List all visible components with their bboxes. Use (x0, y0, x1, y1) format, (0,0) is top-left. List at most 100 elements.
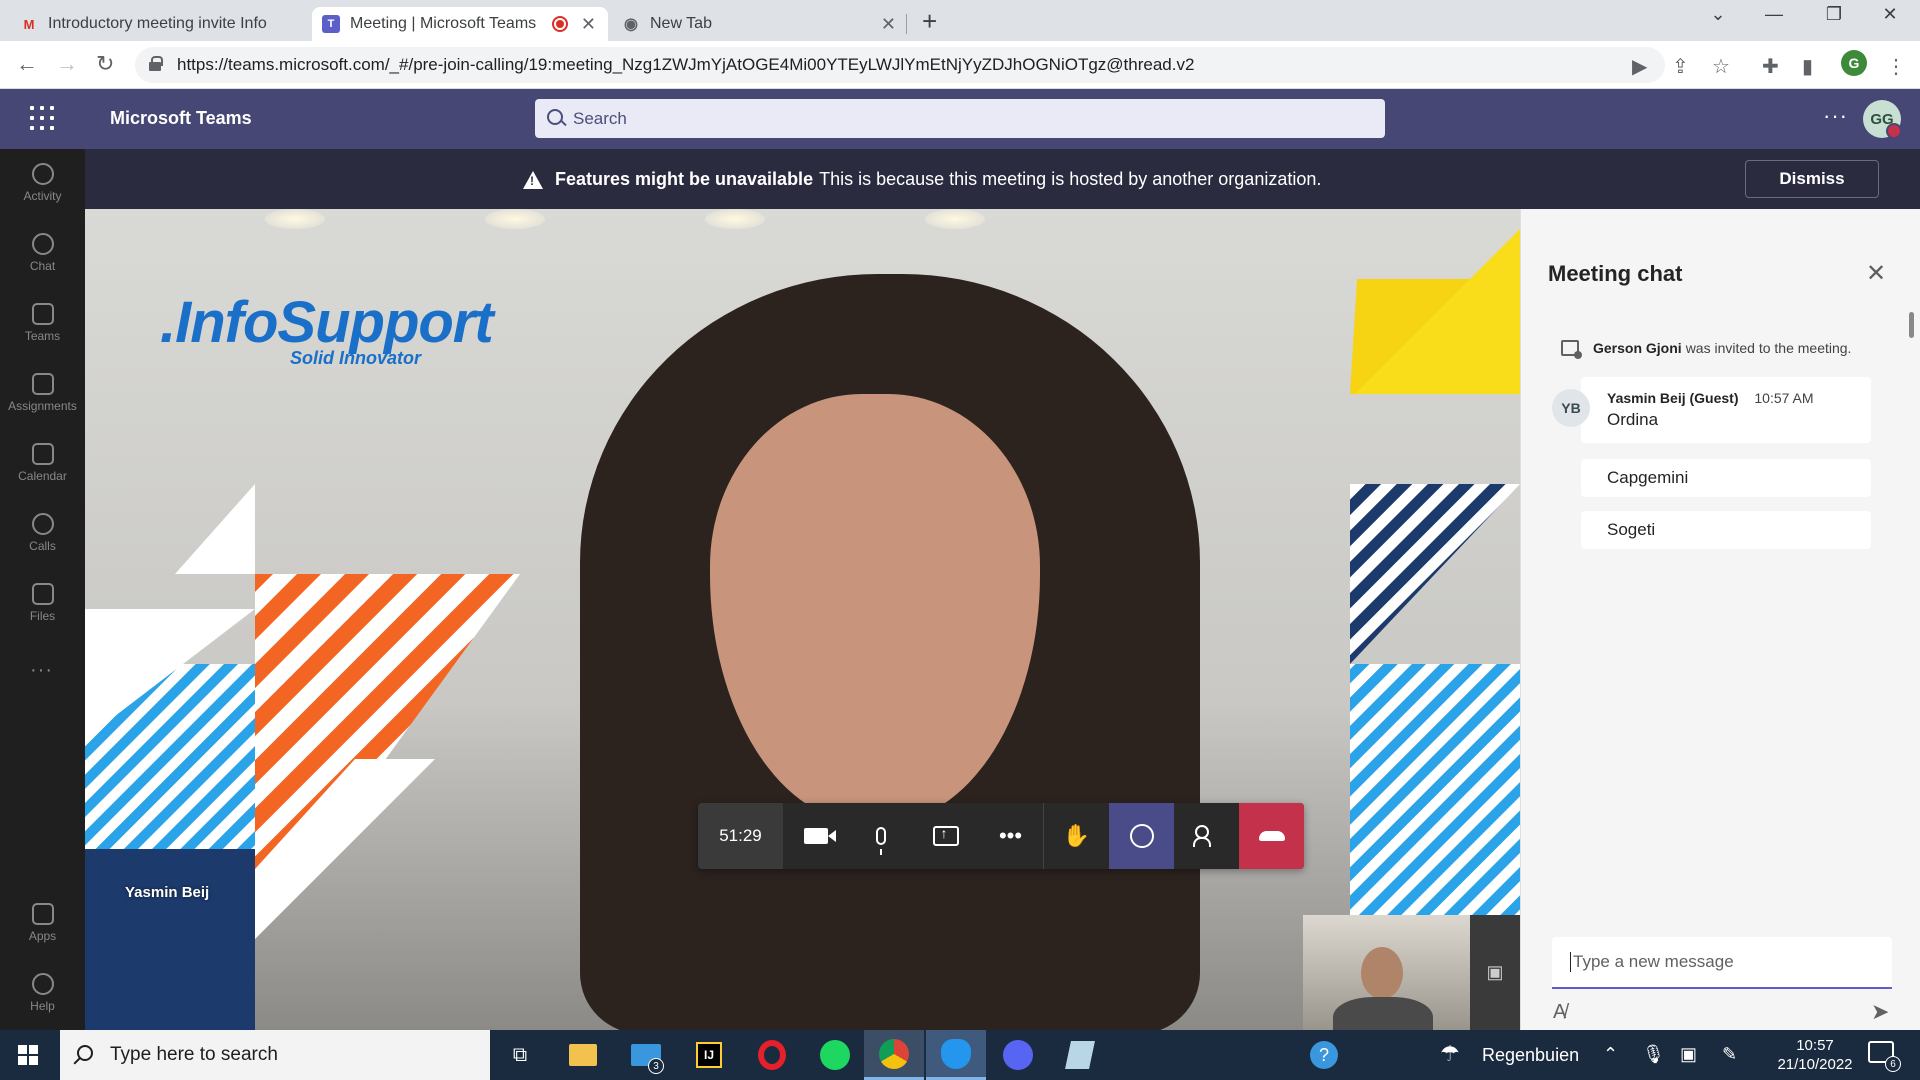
chat-message[interactable]: Yasmin Beij (Guest) 10:57 AM Ordina (1581, 377, 1871, 443)
more-actions-button[interactable]: ••• (978, 803, 1043, 869)
rail-item-help[interactable]: Help (0, 973, 85, 1013)
windows-taskbar: Type here to search ⧉ 3 IJ ? ☂ Regenbuie… (0, 1030, 1920, 1080)
compose-placeholder: Type a new message (1573, 952, 1734, 971)
profile-avatar[interactable]: G (1841, 50, 1867, 76)
network-icon[interactable]: ▣ (1680, 1044, 1697, 1065)
app-launcher-icon[interactable] (30, 106, 54, 130)
chrome-button[interactable] (864, 1030, 924, 1080)
notes-app-button[interactable] (1050, 1030, 1110, 1080)
search-input[interactable]: Search (535, 99, 1385, 138)
left-rail: Activity Chat Teams Assignments Calendar… (0, 149, 85, 1030)
pen-icon[interactable]: ✎ (1722, 1044, 1737, 1065)
address-bar: ← → ↻ https://teams.microsoft.com/_#/pre… (0, 41, 1920, 89)
tab-teams-meeting[interactable]: T Meeting | Microsoft Teams ✕ (312, 7, 608, 41)
task-view-button[interactable]: ⧉ (490, 1030, 550, 1080)
rail-item-files[interactable]: Files (0, 583, 85, 623)
search-icon (547, 109, 563, 125)
participants-button[interactable] (1174, 803, 1239, 869)
more-options-icon[interactable]: ··· (1823, 103, 1848, 129)
clock-date: 21/10/2022 (1777, 1056, 1853, 1073)
camera-in-use-icon[interactable]: ▶ (1632, 54, 1647, 79)
rain-weather-icon[interactable]: ☂ (1440, 1041, 1460, 1067)
help-icon (31, 973, 54, 995)
rail-item-calls[interactable]: Calls (0, 513, 85, 553)
calendar-icon (31, 443, 54, 465)
hand-icon: ✋ (1062, 823, 1091, 848)
banner-body-text: This is because this meeting is hosted b… (819, 169, 1322, 189)
rail-label: Teams (24, 329, 61, 343)
forward-icon[interactable]: → (56, 51, 78, 77)
bookmark-star-icon[interactable]: ☆ (1712, 54, 1730, 79)
chrome-icon: ◉ (624, 16, 638, 33)
rail-item-assignments[interactable]: Assignments (0, 373, 85, 413)
file-explorer-button[interactable] (553, 1030, 613, 1080)
rail-item-apps[interactable]: Apps (0, 903, 85, 943)
system-clock[interactable]: 10:57 21/10/2022 (1770, 1036, 1860, 1074)
new-tab-button[interactable]: + (922, 6, 937, 37)
self-body (1333, 997, 1433, 1030)
chat-button[interactable] (1109, 803, 1174, 869)
rail-item-activity[interactable]: Activity (0, 163, 85, 203)
self-view-toggle-icon[interactable]: ▣ (1470, 915, 1520, 1030)
rail-item-chat[interactable]: Chat (0, 233, 85, 273)
taskbar-search-input[interactable]: Type here to search (60, 1030, 490, 1080)
tab-search-icon[interactable]: ⌄ (1690, 4, 1746, 25)
help-tray-icon[interactable]: ? (1310, 1041, 1338, 1069)
chat-message[interactable]: Capgemini (1581, 459, 1871, 497)
raise-hand-button[interactable]: ✋ (1044, 803, 1109, 869)
rail-item-teams[interactable]: Teams (0, 303, 85, 343)
intellij-button[interactable]: IJ (679, 1030, 739, 1080)
back-icon[interactable]: ← (16, 51, 38, 77)
mic-button[interactable] (848, 803, 913, 869)
author-avatar[interactable]: YB (1552, 389, 1590, 427)
spotify-button[interactable] (805, 1030, 865, 1080)
dismiss-button[interactable]: Dismiss (1745, 160, 1879, 198)
tray-expand-icon[interactable]: ⌃ (1603, 1044, 1618, 1065)
mail-badge: 3 (648, 1058, 664, 1074)
file-icon (31, 583, 54, 605)
chat-icon (31, 233, 54, 255)
docker-button[interactable] (926, 1030, 986, 1080)
rail-label: Apps (28, 929, 57, 943)
leave-call-button[interactable] (1239, 803, 1304, 869)
self-head (1361, 947, 1403, 999)
tab-new-tab[interactable]: ◉ New Tab ✕ (612, 7, 908, 41)
close-icon[interactable]: ✕ (1866, 259, 1886, 288)
restore-button[interactable]: ❐ (1806, 4, 1862, 25)
browser-menu-icon[interactable]: ⋮ (1886, 54, 1906, 79)
docker-icon (941, 1038, 971, 1069)
minimize-button[interactable]: — (1746, 4, 1802, 25)
chat-message[interactable]: Sogeti (1581, 511, 1871, 549)
more-apps-icon[interactable]: ··· (30, 659, 53, 682)
mail-button[interactable]: 3 (616, 1030, 676, 1080)
send-icon[interactable]: ➤ (1871, 999, 1889, 1025)
share-screen-button[interactable] (913, 803, 978, 869)
microphone-tray-icon[interactable]: 🎙 (1642, 1044, 1665, 1065)
taskbar-search-placeholder: Type here to search (110, 1044, 278, 1065)
windows-start-icon[interactable] (18, 1045, 38, 1065)
side-panel-icon[interactable]: ▮ (1802, 54, 1813, 79)
discord-button[interactable] (988, 1030, 1048, 1080)
close-icon[interactable]: ✕ (581, 14, 596, 35)
invited-user-name: Gerson Gjoni (1593, 340, 1682, 356)
reload-icon[interactable]: ↻ (96, 51, 114, 77)
close-window-button[interactable]: ✕ (1862, 4, 1918, 25)
share-icon[interactable]: ⇪ (1672, 54, 1689, 79)
format-icon[interactable]: A̸ (1553, 1001, 1566, 1024)
self-view-video[interactable] (1303, 915, 1470, 1030)
url-field[interactable]: https://teams.microsoft.com/_#/pre-join-… (135, 47, 1665, 83)
chat-scrollbar[interactable] (1909, 312, 1914, 338)
close-icon[interactable]: ✕ (881, 14, 896, 35)
extensions-icon[interactable]: ✚ (1762, 54, 1779, 79)
opera-button[interactable] (742, 1030, 802, 1080)
tab-gmail[interactable]: M Introductory meeting invite Info (10, 7, 310, 41)
weather-text[interactable]: Regenbuien (1482, 1045, 1579, 1066)
user-avatar[interactable]: GG (1863, 100, 1902, 139)
lock-icon[interactable] (149, 56, 163, 71)
camera-button[interactable] (783, 803, 848, 869)
rail-item-calendar[interactable]: Calendar (0, 443, 85, 483)
chat-icon (1129, 824, 1154, 848)
message-compose-input[interactable]: Type a new message (1552, 937, 1892, 989)
infosupport-logo: .InfoSupport Solid Innovator (160, 289, 494, 369)
participant-video (580, 274, 1200, 1030)
